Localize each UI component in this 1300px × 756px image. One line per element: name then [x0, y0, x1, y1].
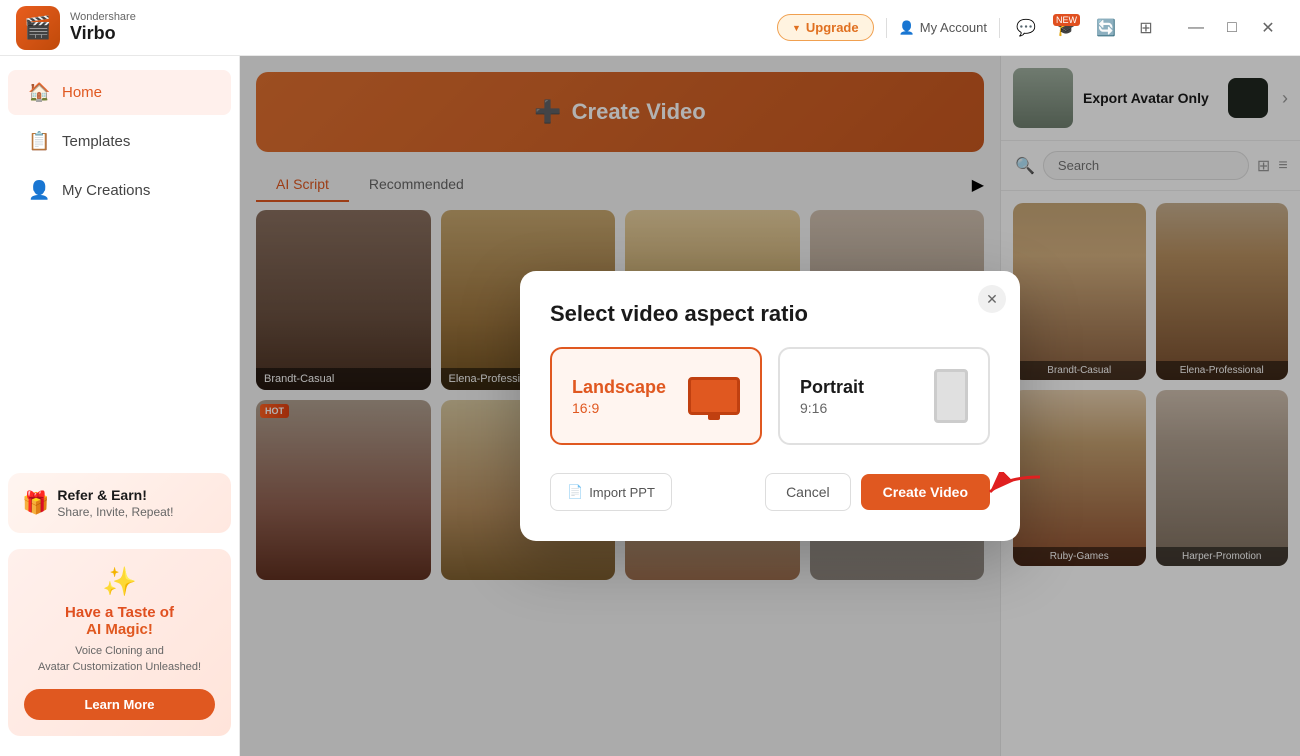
sidebar: 🏠 Home 📋 Templates 👤 My Creations 🎁 Refe… [0, 56, 240, 756]
aspect-landscape[interactable]: Landscape 16:9 [550, 347, 762, 445]
new-badge: NEW [1053, 14, 1080, 26]
sidebar-item-my-creations[interactable]: 👤 My Creations [8, 168, 231, 213]
maximize-button[interactable]: □ [1216, 12, 1248, 44]
titlebar: 🎬 Wondershare Virbo Upgrade 👤 My Account… [0, 0, 1300, 56]
home-icon: 🏠 [28, 82, 50, 103]
sidebar-item-templates[interactable]: 📋 Templates [8, 119, 231, 164]
modal-actions: Cancel Create Video [765, 473, 990, 511]
app-name-block: Wondershare Virbo [70, 11, 136, 44]
separator-2 [999, 18, 1000, 38]
sidebar-templates-label: Templates [62, 133, 130, 150]
sidebar-spacer [0, 215, 239, 465]
main-area: ➕ Create Video AI Script Recommended ▶ B… [240, 56, 1300, 756]
gift-icon: 🎁 [22, 490, 49, 516]
app-body: 🏠 Home 📋 Templates 👤 My Creations 🎁 Refe… [0, 56, 1300, 756]
magic-title: Have a Taste of AI Magic! [24, 604, 215, 638]
magic-subtitle: Voice Cloning andAvatar Customization Un… [24, 644, 215, 675]
sidebar-item-home[interactable]: 🏠 Home [8, 70, 231, 115]
learn-more-button[interactable]: Learn More [24, 689, 215, 720]
aspect-portrait[interactable]: Portrait 9:16 [778, 347, 990, 445]
window-controls: — □ ✕ [1180, 12, 1284, 44]
cancel-button[interactable]: Cancel [765, 473, 851, 511]
product-name: Virbo [70, 23, 136, 44]
upgrade-button[interactable]: Upgrade [777, 14, 874, 41]
refer-earn-title: Refer & Earn! [57, 487, 173, 503]
arrow-annotation [985, 472, 1045, 512]
modal-footer: 📄 Import PPT Cancel Create Video [550, 473, 990, 511]
landscape-icon [688, 377, 740, 415]
magic-icon: ✨ [24, 565, 215, 598]
landscape-info: Landscape 16:9 [572, 377, 666, 416]
landscape-ratio: 16:9 [572, 400, 666, 416]
refer-earn-subtitle: Share, Invite, Repeat! [57, 505, 173, 519]
app-branding: 🎬 Wondershare Virbo [16, 6, 136, 50]
account-icon: 👤 [899, 20, 915, 36]
sidebar-creations-label: My Creations [62, 182, 150, 199]
separator-1 [886, 18, 887, 38]
ai-magic-card: ✨ Have a Taste of AI Magic! Voice Clonin… [8, 549, 231, 736]
portrait-icon [934, 369, 968, 423]
ppt-icon: 📄 [567, 484, 583, 500]
grid-icon[interactable]: ⊞ [1132, 14, 1160, 42]
brand-name: Wondershare [70, 11, 136, 23]
account-button[interactable]: 👤 My Account [899, 20, 987, 36]
create-video-wrap: Create Video [861, 474, 990, 510]
logo-icon: 🎬 [24, 15, 51, 41]
education-icon[interactable]: 🎓 NEW [1052, 14, 1080, 42]
aspect-options: Landscape 16:9 Portrait 9:16 [550, 347, 990, 445]
account-label: My Account [920, 20, 987, 35]
refresh-icon[interactable]: 🔄 [1092, 14, 1120, 42]
landscape-label: Landscape [572, 377, 666, 398]
minimize-button[interactable]: — [1180, 12, 1212, 44]
sidebar-home-label: Home [62, 84, 102, 101]
modal-close-button[interactable]: ✕ [978, 285, 1006, 313]
refer-earn-card: 🎁 Refer & Earn! Share, Invite, Repeat! [8, 473, 231, 533]
titlebar-actions: Upgrade 👤 My Account 💬 🎓 NEW 🔄 ⊞ — □ ✕ [777, 12, 1284, 44]
portrait-label: Portrait [800, 377, 864, 398]
import-ppt-button[interactable]: 📄 Import PPT [550, 473, 672, 511]
modal-title: Select video aspect ratio [550, 301, 990, 327]
portrait-info: Portrait 9:16 [800, 377, 864, 416]
modal-overlay: ✕ Select video aspect ratio Landscape 16… [240, 56, 1300, 756]
close-button[interactable]: ✕ [1252, 12, 1284, 44]
my-creations-icon: 👤 [28, 180, 50, 201]
chat-icon[interactable]: 💬 [1012, 14, 1040, 42]
create-video-button[interactable]: Create Video [861, 474, 990, 510]
templates-icon: 📋 [28, 131, 50, 152]
landscape-icon-wrap [688, 377, 740, 415]
app-logo: 🎬 [16, 6, 60, 50]
aspect-ratio-modal: ✕ Select video aspect ratio Landscape 16… [520, 271, 1020, 541]
portrait-ratio: 9:16 [800, 400, 864, 416]
